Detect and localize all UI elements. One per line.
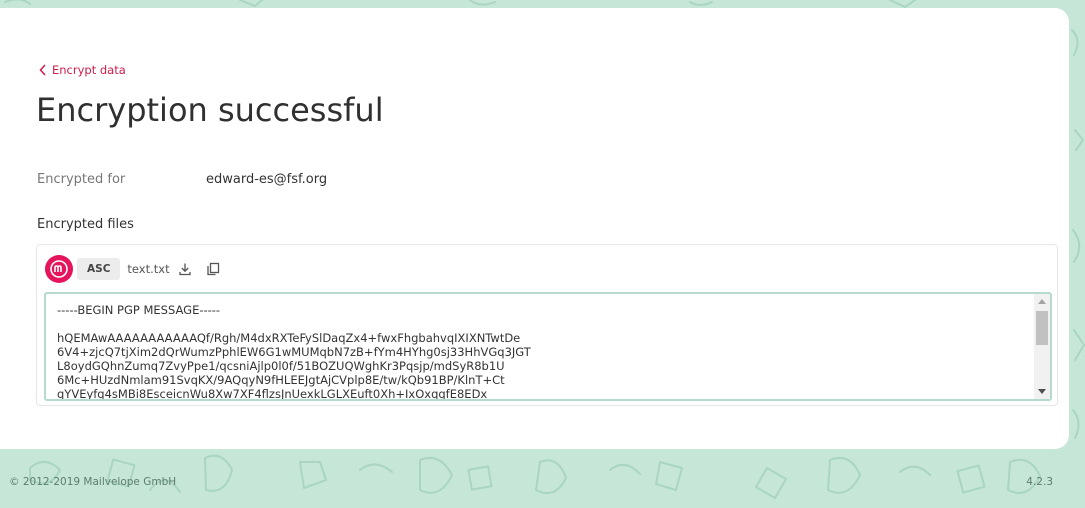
encrypted-files-label: Encrypted files xyxy=(37,217,134,232)
mailvelope-logo-icon xyxy=(45,255,73,283)
page-title: Encryption successful xyxy=(36,91,384,129)
footer-version: 4.2.3 xyxy=(1026,476,1053,488)
encrypted-file-panel: ASC text.txt -----BEGIN PGP MESSAGE-----… xyxy=(36,244,1058,406)
scroll-down-arrow-icon[interactable] xyxy=(1038,389,1046,394)
pgp-message-text: -----BEGIN PGP MESSAGE----- hQEMAwAAAAAA… xyxy=(57,303,531,401)
file-extension-badge: ASC xyxy=(77,258,121,280)
scrollbar-thumb[interactable] xyxy=(1036,311,1048,345)
download-icon[interactable] xyxy=(176,260,194,278)
scroll-up-arrow-icon[interactable] xyxy=(1038,299,1046,304)
file-item: ASC text.txt xyxy=(45,255,222,283)
copy-icon[interactable] xyxy=(204,260,222,278)
textarea-scrollbar[interactable] xyxy=(1034,294,1050,399)
pgp-message-textarea[interactable]: -----BEGIN PGP MESSAGE----- hQEMAwAAAAAA… xyxy=(44,292,1052,401)
recipient-email: edward-es@fsf.org xyxy=(206,172,328,187)
encrypted-for-label: Encrypted for xyxy=(37,172,126,187)
back-link[interactable]: Encrypt data xyxy=(38,63,126,77)
back-link-label: Encrypt data xyxy=(52,63,126,77)
footer-copyright: © 2012-2019 Mailvelope GmbH xyxy=(9,476,177,488)
file-name: text.txt xyxy=(127,262,170,276)
main-card: Encrypt data Encryption successful Encry… xyxy=(0,8,1069,449)
chevron-left-icon xyxy=(39,64,46,76)
